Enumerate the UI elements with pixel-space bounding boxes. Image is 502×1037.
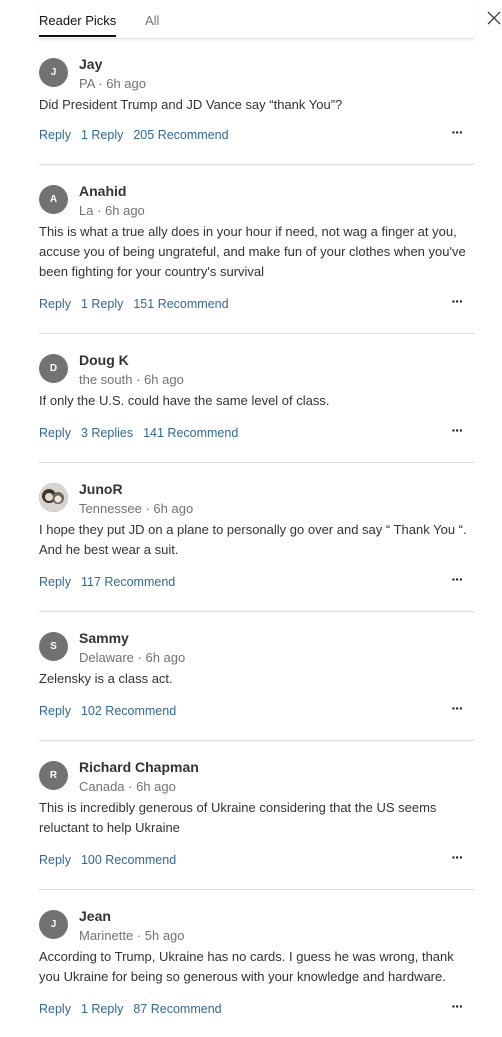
more-options-icon[interactable]: ··· [450, 701, 464, 719]
reply-button[interactable]: Reply [39, 575, 71, 589]
avatar[interactable]: R [39, 761, 68, 790]
more-options-icon[interactable]: ··· [450, 850, 464, 868]
comment-meta: the south · 6h ago [79, 372, 184, 387]
reply-button[interactable]: Reply [39, 128, 71, 142]
comment: JunoR Tennessee · 6h ago I hope they put… [39, 463, 474, 612]
more-options-icon[interactable]: ··· [450, 125, 464, 143]
commenter-name[interactable]: Doug K [79, 351, 129, 369]
comment: J Jay PA · 6h ago Did President Trump an… [39, 38, 474, 165]
avatar[interactable]: D [39, 354, 68, 383]
more-options-icon[interactable]: ··· [450, 294, 464, 312]
comment-meta: Delaware · 6h ago [79, 650, 186, 665]
replies-link[interactable]: 1 Reply [81, 297, 123, 311]
avatar[interactable]: J [39, 58, 68, 87]
comment-text: I hope they put JD on a plane to persona… [39, 522, 467, 557]
comment-actions: Reply 1 Reply 205 Recommend [39, 127, 239, 143]
comment-actions: Reply 102 Recommend [39, 703, 186, 719]
reply-button[interactable]: Reply [39, 426, 71, 440]
comment-text: This is what a true ally does in your ho… [39, 224, 466, 279]
comment-text: This is incredibly generous of Ukraine c… [39, 800, 437, 835]
recommend-button[interactable]: 87 Recommend [133, 1002, 221, 1016]
recommend-button[interactable]: 100 Recommend [81, 853, 176, 867]
comment-actions: Reply 3 Replies 141 Recommend [39, 425, 248, 441]
tab-all[interactable]: All [145, 12, 159, 30]
commenter-name[interactable]: JunoR [79, 480, 123, 498]
comment: R Richard Chapman Canada · 6h ago This i… [39, 741, 474, 890]
comment: A Anahid La · 6h ago This is what a true… [39, 165, 474, 334]
recommend-button[interactable]: 117 Recommend [81, 575, 175, 589]
reply-button[interactable]: Reply [39, 1002, 71, 1016]
avatar[interactable]: S [39, 632, 68, 661]
comment-meta: La · 6h ago [79, 203, 145, 218]
reply-button[interactable]: Reply [39, 704, 71, 718]
reply-button[interactable]: Reply [39, 853, 71, 867]
commenter-name[interactable]: Richard Chapman [79, 758, 199, 776]
more-options-icon[interactable]: ··· [450, 999, 464, 1017]
recommend-button[interactable]: 151 Recommend [133, 297, 228, 311]
comment-meta: Marinette · 5h ago [79, 928, 185, 943]
comments-list: J Jay PA · 6h ago Did President Trump an… [39, 38, 474, 1036]
recommend-button[interactable]: 102 Recommend [81, 704, 176, 718]
comment-actions: Reply 117 Recommend [39, 574, 185, 590]
comment-actions: Reply 1 Reply 151 Recommend [39, 296, 239, 312]
comment: J Jean Marinette · 5h ago According to T… [39, 890, 474, 1036]
close-icon[interactable] [486, 10, 502, 26]
avatar[interactable]: J [39, 910, 68, 939]
comment-text: Zelensky is a class act. [39, 671, 173, 686]
commenter-name[interactable]: Jean [79, 907, 111, 925]
comment-text: Did President Trump and JD Vance say “th… [39, 97, 343, 112]
comment-meta: Tennessee · 6h ago [79, 501, 194, 516]
replies-link[interactable]: 1 Reply [81, 128, 123, 142]
comment-meta: PA · 6h ago [79, 76, 146, 91]
comment-actions: Reply 100 Recommend [39, 852, 186, 868]
comment-tabs: Reader Picks All [39, 0, 474, 39]
avatar-photo[interactable] [39, 483, 68, 512]
commenter-name[interactable]: Anahid [79, 182, 126, 200]
comment: S Sammy Delaware · 6h ago Zelensky is a … [39, 612, 474, 741]
more-options-icon[interactable]: ··· [450, 572, 464, 590]
commenter-name[interactable]: Jay [79, 55, 102, 73]
comment-actions: Reply 1 Reply 87 Recommend [39, 1001, 232, 1017]
comment-text: If only the U.S. could have the same lev… [39, 393, 330, 408]
replies-link[interactable]: 1 Reply [81, 1002, 123, 1016]
comment: D Doug K the south · 6h ago If only the … [39, 334, 474, 463]
commenter-name[interactable]: Sammy [79, 629, 129, 647]
reply-button[interactable]: Reply [39, 297, 71, 311]
tab-reader-picks[interactable]: Reader Picks [39, 12, 117, 37]
replies-link[interactable]: 3 Replies [81, 426, 133, 440]
comment-meta: Canada · 6h ago [79, 779, 176, 794]
comment-text: According to Trump, Ukraine has no cards… [39, 949, 454, 984]
recommend-button[interactable]: 141 Recommend [143, 426, 238, 440]
avatar[interactable]: A [39, 185, 68, 214]
more-options-icon[interactable]: ··· [450, 423, 464, 441]
recommend-button[interactable]: 205 Recommend [133, 128, 228, 142]
